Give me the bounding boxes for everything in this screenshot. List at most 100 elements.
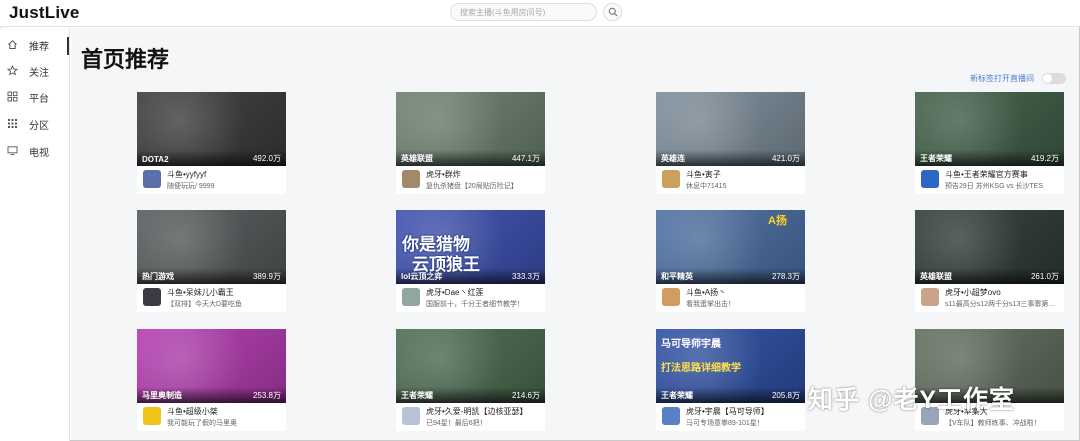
room-title: 休息中71415: [686, 183, 727, 190]
watermark: 知乎 @老Y工作室: [808, 386, 1015, 414]
room-card[interactable]: 和平精英 278.3万 A扬 斗鱼•A扬丶 看我蛋掌出击！: [656, 210, 805, 312]
room-viewer-count: 261.0万: [1030, 272, 1059, 281]
search-icon: [608, 7, 618, 17]
streamer-name[interactable]: 斗鱼•呆妹儿小霸王: [167, 287, 234, 298]
room-title: 【V车队】教师练事、冲战啦！: [945, 420, 1041, 427]
avatar[interactable]: [662, 407, 680, 425]
room-card[interactable]: 英雄联盟 261.0万虎牙•小超梦ovo s11最高分s12两千分s13三事寨第…: [915, 210, 1064, 312]
tv-icon: [7, 146, 18, 156]
room-title: 马可专场意拳89-101星！: [686, 420, 764, 427]
room-thumbnail[interactable]: 马里奥制造 253.8万: [137, 329, 286, 403]
room-category: 英雄联盟: [920, 272, 952, 281]
room-viewer-count: 419.2万: [1030, 154, 1059, 163]
avatar[interactable]: [921, 288, 939, 306]
room-title: 国服前十，千分王者细节教学！: [426, 301, 524, 308]
streamer-name[interactable]: 虎牙•久爱-明凯【边核亚瑟】: [426, 406, 527, 417]
room-title: 看我蛋掌出击！: [686, 301, 735, 308]
streamer-name[interactable]: 虎牙•群炸: [426, 169, 461, 180]
room-thumbnail[interactable]: 英雄连 421.0万: [656, 92, 805, 166]
streamer-name[interactable]: 虎牙•宇晨【马可导师】: [686, 406, 769, 417]
room-card[interactable]: 英雄联盟 447.1万虎牙•群炸复仇杀猪盘【20局贴历险记】: [396, 92, 545, 194]
avatar[interactable]: [143, 288, 161, 306]
main-content: 首页推荐 新标签打开直播间 DOTA2 492.0万斗鱼•yyfyyf 随便玩玩/ …: [71, 28, 1079, 440]
streamer-name[interactable]: 斗鱼•超级小桀: [167, 406, 218, 417]
room-viewer-count: 389.9万: [252, 272, 281, 281]
star-icon: [7, 65, 18, 76]
room-card[interactable]: 马里奥制造 253.8万斗鱼•超级小桀我可能玩了假的马里奥: [137, 329, 286, 431]
streamer-name[interactable]: 虎牙•小超梦ovo: [945, 287, 1001, 298]
room-card[interactable]: 王者荣耀 205.8万 马可导师宇晨打法思路详细教学虎牙•宇晨【马可导师】马可专场意…: [656, 329, 805, 431]
room-category: 英雄连: [661, 154, 685, 163]
room-category: DOTA2: [142, 155, 169, 164]
room-card[interactable]: 王者荣耀 419.2万 斗鱼•王者荣耀官方赛事预告29日 苏州KSG vs 长沙TE…: [915, 92, 1064, 194]
room-category: 和平精英: [661, 272, 693, 281]
avatar[interactable]: [402, 288, 420, 306]
avatar[interactable]: [402, 407, 420, 425]
room-category: 英雄联盟: [401, 154, 433, 163]
sidebar-item-tv[interactable]: 电视: [0, 139, 70, 163]
room-category: 王者荣耀: [661, 391, 693, 400]
room-title: 预告29日 苏州KSG vs 长沙TES: [945, 183, 1044, 190]
thumbnail-caption: 打法思路详细教学: [661, 363, 741, 374]
room-card[interactable]: DOTA2 492.0万斗鱼•yyfyyf 随便玩玩/ 9999: [137, 92, 286, 194]
top-bar: JustLive 搜索主播(斗鱼用房间号): [0, 0, 1080, 27]
avatar[interactable]: [921, 170, 939, 188]
room-title: 已94星！最后6把！: [426, 420, 487, 427]
avatar[interactable]: [402, 170, 420, 188]
room-category: 热门游戏: [142, 272, 174, 281]
avatar[interactable]: [662, 170, 680, 188]
avatar[interactable]: [143, 170, 161, 188]
room-viewer-count: 421.0万: [771, 154, 800, 163]
room-thumbnail[interactable]: 英雄联盟 447.1万: [396, 92, 545, 166]
app-logo[interactable]: JustLive: [9, 3, 80, 23]
sidebar-item-recommend[interactable]: 推荐: [0, 33, 70, 57]
streamer-name[interactable]: 虎牙•Dae丶红莲: [426, 287, 483, 298]
room-thumbnail[interactable]: lol云顶之弈 333.3万 你是猎物 云顶狼王: [396, 210, 545, 284]
room-title: 【双排】今天大D要吃鱼: [167, 301, 243, 308]
streamer-name[interactable]: 斗鱼•yyfyyf: [167, 169, 206, 180]
sidebar-item-label: 电视: [29, 148, 49, 159]
room-thumbnail[interactable]: 英雄联盟 261.0万: [915, 210, 1064, 284]
search-input[interactable]: 搜索主播(斗鱼用房间号): [450, 3, 597, 21]
avatar[interactable]: [662, 288, 680, 306]
sidebar-item-category[interactable]: 分区: [0, 112, 70, 136]
sidebar-item-label: 分区: [29, 121, 49, 132]
room-category: 王者荣耀: [920, 154, 952, 163]
room-thumbnail[interactable]: 热门游戏 389.9万: [137, 210, 286, 284]
avatar[interactable]: [143, 407, 161, 425]
new-tab-toggle[interactable]: [1042, 73, 1066, 84]
room-viewer-count: 205.8万: [771, 391, 800, 400]
streamer-name[interactable]: 斗鱼•寅子: [686, 169, 721, 180]
room-card[interactable]: 王者荣耀 214.6万虎牙•久爱-明凯【边核亚瑟】已94星！最后6把！: [396, 329, 545, 431]
room-thumbnail[interactable]: 和平精英 278.3万 A扬: [656, 210, 805, 284]
home-icon: [8, 40, 17, 49]
streamer-name[interactable]: 斗鱼•A扬丶: [686, 287, 726, 298]
sidebar: 推荐 关注 平台 分区 电视: [0, 28, 70, 441]
room-viewer-count: 278.3万: [771, 272, 800, 281]
thumbnail-caption: 马可导师宇晨: [661, 339, 721, 350]
room-card[interactable]: 热门游戏 389.9万斗鱼•呆妹儿小霸王【双排】今天大D要吃鱼: [137, 210, 286, 312]
streamer-name[interactable]: 斗鱼•王者荣耀官方赛事: [945, 169, 1028, 180]
room-card[interactable]: 英雄连 421.0万斗鱼•寅子休息中71415: [656, 92, 805, 194]
search-button[interactable]: [603, 3, 622, 21]
room-title: s11最高分s12两千分s13三事寨第…: [945, 301, 1056, 308]
room-viewer-count: 214.6万: [511, 391, 540, 400]
category-dots-icon: [8, 119, 17, 128]
sidebar-item-label: 关注: [29, 68, 49, 79]
room-title: 我可能玩了假的马里奥: [167, 420, 237, 427]
room-thumbnail[interactable]: 王者荣耀 205.8万 马可导师宇晨打法思路详细教学: [656, 329, 805, 403]
room-viewer-count: 333.3万: [511, 272, 540, 281]
room-card[interactable]: lol云顶之弈 333.3万 你是猎物 云顶狼王虎牙•Dae丶红莲国服前十，千分王者细…: [396, 210, 545, 312]
sidebar-item-platform[interactable]: 平台: [0, 85, 70, 109]
room-thumbnail[interactable]: DOTA2 492.0万: [137, 92, 286, 166]
room-thumbnail[interactable]: 王者荣耀 419.2万: [915, 92, 1064, 166]
new-tab-toggle-label: 新标签打开直播间: [970, 74, 1034, 83]
page-title: 首页推荐: [81, 47, 170, 72]
room-viewer-count: 253.8万: [252, 391, 281, 400]
room-thumbnail[interactable]: 王者荣耀 214.6万: [396, 329, 545, 403]
room-category: 王者荣耀: [401, 391, 433, 400]
sidebar-item-follow[interactable]: 关注: [0, 59, 70, 83]
room-title: 随便玩玩/ 9999: [167, 183, 215, 190]
room-viewer-count: 447.1万: [511, 154, 540, 163]
room-title: 复仇杀猪盘【20局贴历险记】: [426, 183, 518, 190]
